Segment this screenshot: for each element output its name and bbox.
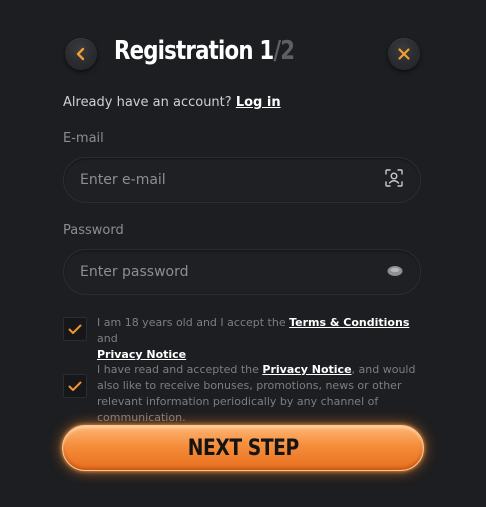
consent-age-terms: I am 18 years old and I accept the Terms… [63, 315, 423, 363]
email-field[interactable] [80, 172, 360, 188]
user-scan-icon[interactable] [384, 168, 404, 192]
consent-marketing-checkbox[interactable] [63, 374, 87, 398]
check-icon [68, 324, 82, 334]
consent-age-text-start: I am 18 years old and I accept the [97, 316, 290, 329]
back-button[interactable] [65, 38, 97, 70]
check-icon [68, 381, 82, 391]
next-step-label: NEXT STEP [187, 435, 299, 461]
close-icon [398, 48, 410, 60]
chevron-left-icon [76, 47, 85, 61]
privacy-notice-link-2[interactable]: Privacy Notice [262, 363, 351, 376]
consent-marketing-text-start: I have read and accepted the [97, 363, 263, 376]
consent-marketing: I have read and accepted the Privacy Not… [63, 362, 423, 426]
consent-age-text-mid: and [97, 332, 118, 345]
privacy-notice-link[interactable]: Privacy Notice [97, 348, 186, 361]
consent-marketing-text: I have read and accepted the Privacy Not… [97, 362, 423, 426]
title-main: Registration 1 [114, 36, 274, 66]
login-link[interactable]: Log in [236, 95, 281, 110]
next-step-button[interactable]: NEXT STEP [62, 425, 424, 471]
close-button[interactable] [388, 38, 420, 70]
email-label: E-mail [63, 131, 104, 146]
email-field-wrapper[interactable] [63, 157, 421, 203]
password-label: Password [63, 223, 124, 238]
consent-age-checkbox[interactable] [63, 317, 87, 341]
password-field[interactable] [80, 264, 360, 280]
consent-age-text: I am 18 years old and I accept the Terms… [97, 315, 423, 363]
password-field-wrapper[interactable] [63, 249, 421, 295]
login-prompt: Already have an account? Log in [63, 95, 281, 110]
terms-link[interactable]: Terms & Conditions [289, 316, 409, 329]
login-question: Already have an account? [63, 95, 232, 110]
eye-icon[interactable] [386, 263, 404, 282]
page-title: Registration 1/2 [114, 36, 295, 66]
title-step-total: /2 [273, 36, 295, 66]
header: Registration 1/2 [0, 0, 486, 110]
